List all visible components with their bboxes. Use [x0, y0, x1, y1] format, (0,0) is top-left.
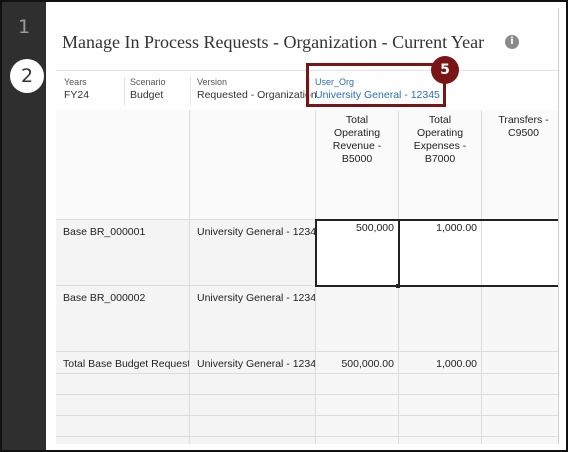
- empty-cell: [56, 416, 190, 437]
- empty-cell: [482, 374, 558, 395]
- pov-scenario-value: Budget: [130, 89, 164, 101]
- empty-cell: [399, 437, 482, 444]
- app-panel: Manage In Process Requests - Organizatio…: [48, 8, 559, 444]
- empty-cell: [56, 395, 190, 416]
- empty-cell: [190, 416, 316, 437]
- callout-badge: 5: [431, 56, 459, 84]
- grid-cell: 500,000.00: [316, 352, 399, 374]
- pov-divider: [124, 77, 125, 105]
- empty-cell: [399, 416, 482, 437]
- empty-cell: [190, 395, 316, 416]
- pov-scenario-label: Scenario: [130, 77, 166, 87]
- grid-cell[interactable]: [316, 286, 399, 352]
- pov-years-label: Years: [64, 77, 87, 87]
- pov-scenario[interactable]: Scenario Budget: [130, 77, 166, 101]
- grid-cell: 1,000.00: [399, 352, 482, 374]
- row-header-org: University General - 12345: [190, 220, 316, 286]
- row-header-name: Base BR_000002: [56, 286, 190, 352]
- empty-cell: [56, 437, 190, 444]
- grid-corner: [190, 110, 316, 220]
- column-header[interactable]: Total Operating Expenses - B7000: [399, 110, 482, 220]
- empty-cell: [316, 374, 399, 395]
- grid-cell[interactable]: [399, 286, 482, 352]
- pov-years-value: FY24: [64, 89, 90, 101]
- active-cell-outline: [315, 219, 400, 287]
- empty-cell: [399, 395, 482, 416]
- data-grid: Total Operating Revenue - B5000 Total Op…: [56, 110, 558, 444]
- grid-cell: [482, 352, 558, 374]
- empty-cell: [316, 416, 399, 437]
- grid-corner: [56, 110, 190, 220]
- empty-cell: [482, 416, 558, 437]
- pov-years[interactable]: Years FY24: [64, 77, 89, 101]
- step-2-indicator: 2: [10, 59, 44, 93]
- step-rail: 1 2: [2, 2, 46, 450]
- callout-highlight: [306, 63, 446, 107]
- row-header-org: University General - 12345: [190, 286, 316, 352]
- pov-divider: [190, 77, 191, 105]
- step-1-indicator: 1: [17, 16, 31, 38]
- pov-version[interactable]: Version Requested - Organization: [197, 77, 317, 101]
- pov-version-value: Requested - Organization: [197, 89, 317, 101]
- empty-cell: [482, 395, 558, 416]
- row-header-name: Base BR_000001: [56, 220, 190, 286]
- column-header[interactable]: Total Operating Revenue - B5000: [316, 110, 399, 220]
- empty-cell: [316, 437, 399, 444]
- empty-cell: [316, 395, 399, 416]
- empty-cell: [56, 374, 190, 395]
- empty-cell: [190, 374, 316, 395]
- empty-cell: [482, 437, 558, 444]
- fill-handle[interactable]: [396, 284, 400, 288]
- info-icon[interactable]: i: [505, 35, 519, 49]
- row-header-name: Total Base Budget Requests: [56, 352, 190, 374]
- row-header-org: University General - 12345: [190, 352, 316, 374]
- page-title: Manage In Process Requests - Organizatio…: [62, 32, 485, 52]
- selection-range-outline: [398, 219, 558, 287]
- empty-cell: [190, 437, 316, 444]
- grid-cell[interactable]: [482, 286, 558, 352]
- empty-cell: [399, 374, 482, 395]
- column-header[interactable]: Transfers - C9500: [482, 110, 558, 220]
- pov-version-label: Version: [197, 77, 228, 87]
